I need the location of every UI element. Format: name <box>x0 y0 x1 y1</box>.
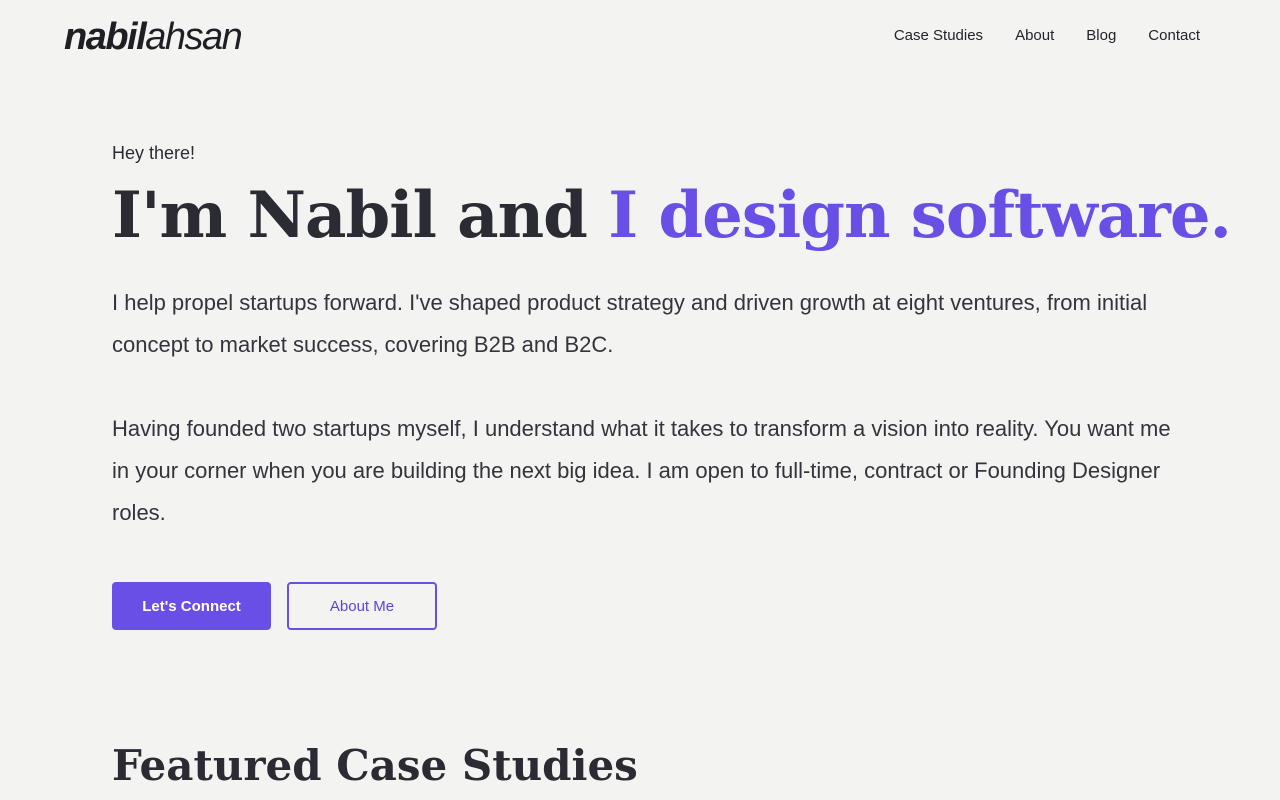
logo-first-name: nabil <box>64 16 147 58</box>
hero-actions: Let's Connect About Me <box>112 582 1192 630</box>
about-me-button[interactable]: About Me <box>287 582 437 630</box>
nav-contact[interactable]: Contact <box>1148 25 1200 47</box>
site-header: nabilahsan Case Studies About Blog Conta… <box>0 0 1280 72</box>
featured-case-studies-title: Featured Case Studies <box>112 741 638 790</box>
nav-blog[interactable]: Blog <box>1086 25 1116 47</box>
lets-connect-button[interactable]: Let's Connect <box>112 582 271 630</box>
main-nav: Case Studies About Blog Contact <box>894 25 1200 47</box>
hero-section: Hey there! I'm Nabil and I design softwa… <box>112 140 1232 630</box>
headline-accent: I design software. <box>608 178 1232 253</box>
nav-case-studies[interactable]: Case Studies <box>894 25 983 47</box>
headline-plain: I'm Nabil and <box>112 178 609 253</box>
logo[interactable]: nabilahsan <box>64 14 243 60</box>
nav-about[interactable]: About <box>1015 25 1054 47</box>
hero-paragraph-1: I help propel startups forward. I've sha… <box>112 290 1148 357</box>
logo-last-name: ahsan <box>145 16 243 58</box>
hero-paragraph-2: Having founded two startups myself, I un… <box>112 416 1171 525</box>
hero-eyebrow: Hey there! <box>112 143 196 163</box>
hero-headline: I'm Nabil and I design software. <box>112 178 1232 254</box>
page: nabilahsan Case Studies About Blog Conta… <box>0 0 1280 800</box>
